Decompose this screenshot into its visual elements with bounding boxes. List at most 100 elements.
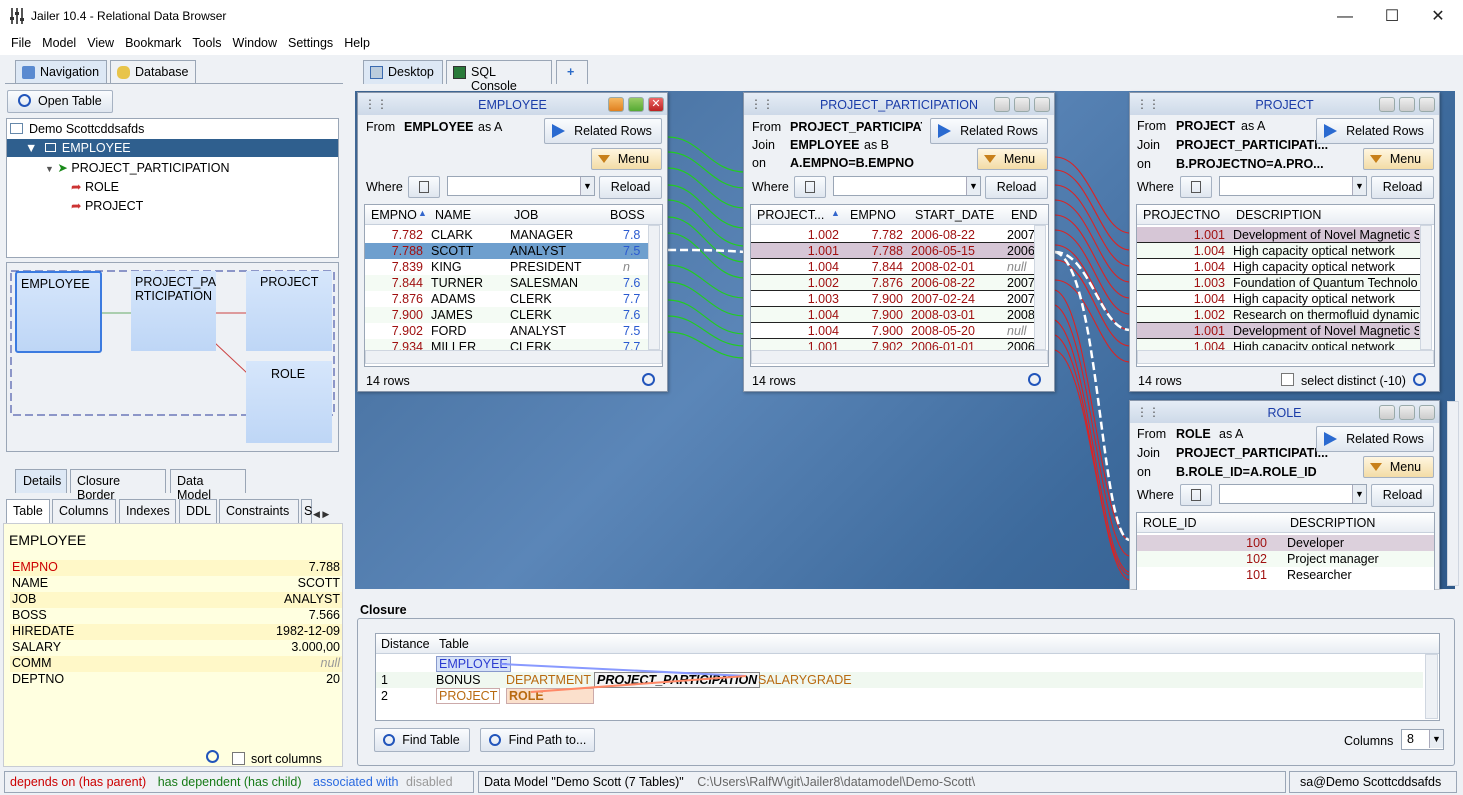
col-start-date[interactable]: START_DATE <box>915 208 994 222</box>
table-row[interactable]: 1.004 7.900 2008-05-20 null <box>751 323 1034 339</box>
close-icon[interactable] <box>1034 97 1050 112</box>
close-icon[interactable] <box>1419 97 1435 112</box>
table-row[interactable]: 7.900 JAMES CLERK 7.6 <box>365 307 648 323</box>
col-description[interactable]: DESCRIPTION <box>1236 208 1321 222</box>
where-input[interactable]: ▼ <box>1219 176 1367 196</box>
maximize-icon[interactable] <box>1399 405 1415 420</box>
table-row[interactable]: 1.001 7.788 2006-05-15 2006 <box>751 243 1035 259</box>
where-input[interactable]: ▼ <box>447 176 595 196</box>
maximize-icon[interactable] <box>1399 97 1415 112</box>
minimize-icon[interactable] <box>1379 405 1395 420</box>
table-row[interactable]: 7.876 ADAMS CLERK 7.7 <box>365 291 648 307</box>
table-row[interactable]: 7.788 SCOTT ANALYST 7.5 <box>365 243 648 259</box>
where-editor-button[interactable] <box>794 176 826 198</box>
table-row[interactable]: 1.004 High capacity optical network <box>1137 259 1420 275</box>
where-input[interactable]: ▼ <box>833 176 981 196</box>
find-path-button[interactable]: Find Path to... <box>480 728 595 752</box>
related-rows-button[interactable]: Related Rows <box>1316 426 1434 452</box>
where-editor-button[interactable] <box>1180 176 1212 198</box>
menu-button[interactable]: Menu <box>1363 148 1434 170</box>
minimize-icon[interactable] <box>608 97 624 112</box>
find-table-button[interactable]: Find Table <box>374 728 470 752</box>
role-table: ROLE_ID DESCRIPTION 100 Developer 102 Proje… <box>1136 512 1435 590</box>
vertical-scrollbar[interactable] <box>648 225 660 350</box>
horizontal-scrollbar[interactable] <box>751 350 1048 364</box>
table-row[interactable]: 1.002 7.782 2006-08-22 2007 <box>751 227 1035 243</box>
col-job[interactable]: JOB <box>514 208 538 222</box>
col-name[interactable]: NAME <box>435 208 471 222</box>
maximize-icon[interactable] <box>628 97 644 112</box>
table-row[interactable]: 1.004 7.900 2008-03-01 2008 <box>751 307 1035 323</box>
table-row[interactable]: 7.902 FORD ANALYST 7.5 <box>365 323 648 339</box>
table-row[interactable]: 1.004 High capacity optical network <box>1137 243 1420 259</box>
search-icon[interactable] <box>642 373 655 386</box>
col-boss[interactable]: BOSS <box>610 208 645 222</box>
role-window[interactable]: ROLE ⋮⋮ From ROLE as A Join PROJECT_PART… <box>1129 400 1459 590</box>
menu-button[interactable]: Menu <box>977 148 1048 170</box>
horizontal-scrollbar[interactable] <box>365 350 662 364</box>
table-row[interactable]: 1.004 7.844 2008-02-01 null <box>751 259 1034 275</box>
reload-button[interactable]: Reload <box>985 176 1048 199</box>
where-editor-button[interactable] <box>408 176 440 198</box>
table-row[interactable]: 101 Researcher <box>1137 567 1434 583</box>
table-row[interactable]: 1.001 Development of Novel Magnetic S <box>1137 227 1420 243</box>
col-empno[interactable]: EMPNO <box>850 208 896 222</box>
minimize-icon[interactable] <box>1379 97 1395 112</box>
table-row[interactable]: 7.844 TURNER SALESMAN 7.6 <box>365 275 648 291</box>
where-editor-button[interactable] <box>1180 484 1212 506</box>
project-window[interactable]: PROJECT ⋮⋮ From PROJECT as A Join PROJEC… <box>1129 92 1440 392</box>
reload-button[interactable]: Reload <box>1371 484 1434 507</box>
table-row[interactable]: 100 Developer <box>1137 535 1434 551</box>
splitter[interactable] <box>355 590 1455 600</box>
reload-button[interactable]: Reload <box>1371 176 1434 199</box>
search-icon[interactable] <box>1413 373 1426 386</box>
cell: SALESMAN <box>510 276 579 290</box>
maximize-icon[interactable] <box>1014 97 1030 112</box>
from-table: ROLE <box>1176 427 1211 441</box>
col-empno[interactable]: EMPNO <box>371 208 417 222</box>
close-icon[interactable] <box>1419 405 1435 420</box>
horizontal-scrollbar[interactable] <box>1137 350 1434 364</box>
employee-window[interactable]: EMPLOYEE ⋮⋮ ✕ From EMPLOYEE as A Related… <box>357 92 668 392</box>
table-row[interactable]: 1.002 Research on thermofluid dynamic <box>1137 307 1420 323</box>
chevron-down-icon[interactable]: ▼ <box>1352 177 1366 195</box>
select-distinct-checkbox[interactable] <box>1281 373 1294 386</box>
chevron-down-icon[interactable]: ▼ <box>1352 485 1366 503</box>
table-row[interactable]: 1.001 Development of Novel Magnetic S <box>1137 323 1420 339</box>
table-row[interactable]: 7.782 CLARK MANAGER 7.8 <box>365 227 648 243</box>
cell: 7.876 <box>871 276 903 290</box>
vertical-scrollbar[interactable] <box>1447 401 1459 586</box>
col-projectno[interactable]: PROJECT... <box>757 208 824 222</box>
col-projectno[interactable]: PROJECTNO <box>1143 208 1220 222</box>
chevron-down-icon[interactable]: ▼ <box>966 177 980 195</box>
related-rows-button[interactable]: Related Rows <box>930 118 1048 144</box>
related-rows-button[interactable]: Related Rows <box>1316 118 1434 144</box>
table-row[interactable]: 7.839 KING PRESIDENT n <box>365 259 648 275</box>
vertical-scrollbar[interactable] <box>1420 225 1432 350</box>
table-row[interactable]: 1.003 7.900 2007-02-24 2007 <box>751 291 1035 307</box>
search-icon[interactable] <box>1028 373 1041 386</box>
project-participation-window[interactable]: PROJECT_PARTICIPATION ⋮⋮ From PROJECT_PA… <box>743 92 1055 392</box>
play-icon <box>552 124 565 138</box>
col-end[interactable]: END <box>1011 208 1037 222</box>
table-row[interactable]: 1.004 High capacity optical network <box>1137 291 1420 307</box>
chevron-down-icon[interactable]: ▼ <box>1429 730 1443 748</box>
table-row[interactable]: 102 Project manager <box>1137 551 1434 567</box>
col-role-id[interactable]: ROLE_ID <box>1143 516 1197 530</box>
status-bar: depends on (has parent) has dependent (h… <box>0 769 1463 795</box>
close-icon[interactable]: ✕ <box>648 97 664 112</box>
chevron-down-icon[interactable]: ▼ <box>580 177 594 195</box>
col-description[interactable]: DESCRIPTION <box>1290 516 1375 530</box>
menu-button[interactable]: Menu <box>1363 456 1434 478</box>
table-row[interactable]: 1.002 7.876 2006-08-22 2007 <box>751 275 1035 291</box>
menu-button[interactable]: Menu <box>591 148 662 170</box>
vertical-scrollbar[interactable] <box>1425 654 1438 719</box>
columns-select[interactable]: 8 ▼ <box>1401 729 1444 750</box>
related-rows-button[interactable]: Related Rows <box>544 118 662 144</box>
vertical-scrollbar[interactable] <box>1034 225 1046 350</box>
where-input[interactable]: ▼ <box>1219 484 1367 504</box>
from-label: From <box>1137 119 1167 133</box>
minimize-icon[interactable] <box>994 97 1010 112</box>
table-row[interactable]: 1.003 Foundation of Quantum Technolo <box>1137 275 1420 291</box>
reload-button[interactable]: Reload <box>599 176 662 199</box>
